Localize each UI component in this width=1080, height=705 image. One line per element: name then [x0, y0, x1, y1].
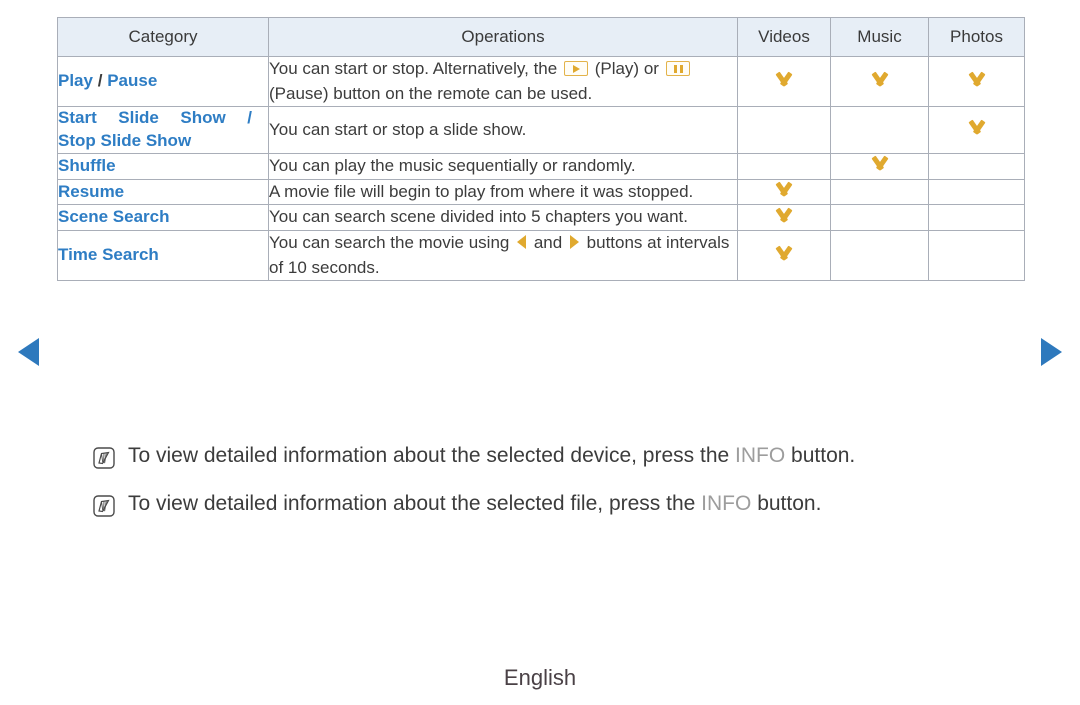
cell-photos-shuffle [928, 153, 1025, 180]
play-key-icon [563, 61, 588, 76]
table-row: Resume A movie file will begin to play f… [57, 178, 1025, 206]
note-highlight-info: INFO [735, 444, 786, 467]
table-row: Time Search You can search the movie usi… [57, 230, 1025, 282]
table-row: Scene Search You can search scene divide… [57, 204, 1025, 232]
row-category-slide-show: Start Slide Show / Stop Slide Show [57, 106, 269, 155]
row-category-time-search: Time Search [57, 230, 269, 282]
table-row: Play / Pause You can start or stop. Alte… [57, 55, 1025, 108]
check-chevron-icon [966, 121, 988, 134]
row-operations-play-pause: You can start or stop. Alternatively, th… [268, 55, 738, 108]
cell-photos-slide-show [928, 106, 1025, 155]
note-text-before: To view detailed information about the s… [128, 492, 696, 516]
check-chevron-icon [773, 73, 795, 86]
operations-text-part-3: (Pause) button on the remote can be used… [269, 83, 593, 103]
table-header-row: Category Operations Videos Music Photos [57, 17, 1025, 57]
note-pencil-icon [93, 447, 115, 469]
row-operations-shuffle: You can play the music sequentially or r… [268, 153, 738, 180]
row-operations-resume: A movie file will begin to play from whe… [268, 178, 738, 206]
cell-photos-time-search [928, 230, 1025, 282]
category-label-stop-slide-show: Stop Slide Show [58, 131, 192, 151]
note-text: To view detailed information about the s… [128, 491, 821, 517]
previous-page-arrow[interactable] [18, 338, 39, 366]
cell-photos-play-pause [928, 55, 1025, 108]
category-label-play: Play [58, 71, 93, 91]
cell-videos-scene-search [737, 204, 831, 232]
operations-text-part-2: (Play) or [594, 59, 659, 78]
cell-videos-resume [737, 178, 831, 206]
cell-videos-time-search [737, 230, 831, 282]
category-label-pause: Pause [107, 71, 158, 91]
row-category-scene-search: Scene Search [57, 204, 269, 232]
triangle-left-amber-icon [517, 235, 527, 250]
category-label-start-slide-show: Start Slide Show / [58, 108, 252, 128]
row-category-shuffle: Shuffle [57, 153, 269, 180]
operations-text-part-1: You can search the movie using [269, 233, 510, 253]
triangle-right-amber-icon [569, 235, 579, 250]
column-header-videos: Videos [737, 17, 831, 57]
cell-photos-resume [928, 178, 1025, 206]
cell-music-play-pause [830, 55, 929, 108]
cell-music-resume [830, 178, 929, 206]
cell-music-scene-search [830, 204, 929, 232]
note-pencil-icon [93, 495, 115, 517]
check-chevron-icon [773, 183, 795, 196]
note-text-after: button. [791, 444, 856, 467]
next-page-arrow[interactable] [1041, 338, 1062, 366]
cell-music-shuffle [830, 153, 929, 180]
cell-videos-play-pause [737, 55, 831, 108]
row-operations-scene-search: You can search scene divided into 5 chap… [268, 204, 738, 232]
check-chevron-icon [966, 73, 988, 86]
cell-videos-shuffle [737, 153, 831, 180]
row-operations-slide-show: You can start or stop a slide show. [268, 106, 738, 155]
column-header-category: Category [57, 17, 269, 57]
cell-music-slide-show [830, 106, 929, 155]
row-operations-time-search: You can search the movie using and butto… [268, 230, 738, 282]
note-highlight-info: INFO [701, 492, 752, 516]
row-category-resume: Resume [57, 178, 269, 206]
note-item: To view detailed information about the s… [93, 491, 1033, 517]
row-category-play-pause: Play / Pause [57, 55, 269, 108]
operations-text-part-1: You can start or stop. Alternatively, th… [269, 59, 558, 78]
column-header-music: Music [830, 17, 929, 57]
check-chevron-icon [869, 73, 891, 86]
column-header-photos: Photos [928, 17, 1025, 57]
note-text: To view detailed information about the s… [128, 443, 855, 469]
page-language-footer: English [503, 665, 577, 690]
pause-key-icon [665, 61, 690, 76]
operations-table-container: Category Operations Videos Music Photos … [57, 17, 1025, 282]
table-row: Shuffle You can play the music sequentia… [57, 153, 1025, 180]
notes-section: To view detailed information about the s… [93, 443, 1033, 540]
table-row: Start Slide Show / Stop Slide Show You c… [57, 106, 1025, 155]
cell-videos-slide-show [737, 106, 831, 155]
note-text-after: button. [757, 492, 822, 516]
check-chevron-icon [773, 247, 795, 260]
operations-text-part-2: and [533, 233, 563, 253]
category-separator: / [97, 71, 103, 91]
note-item: To view detailed information about the s… [93, 443, 1033, 469]
cell-photos-scene-search [928, 204, 1025, 232]
check-chevron-icon [869, 157, 891, 170]
check-chevron-icon [773, 209, 795, 222]
operations-table: Category Operations Videos Music Photos … [57, 17, 1025, 282]
note-text-before: To view detailed information about the s… [128, 444, 730, 467]
column-header-operations: Operations [268, 17, 738, 57]
cell-music-time-search [830, 230, 929, 282]
